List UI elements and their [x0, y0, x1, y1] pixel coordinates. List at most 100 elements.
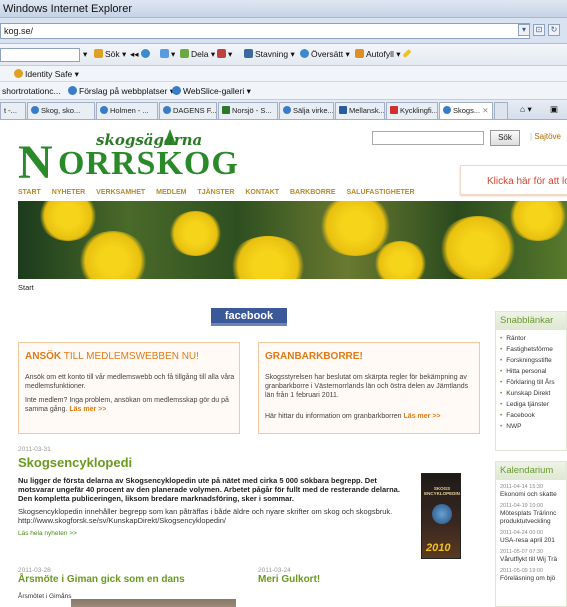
- promo-box[interactable]: Klicka här för att lo: [460, 165, 567, 195]
- calendar-panel: Kalendarium 2011-04-14 15:30 Ekonomi och…: [495, 461, 567, 607]
- calendar-title: Kalendarium: [496, 462, 566, 480]
- translate-button[interactable]: Översätt ▾: [300, 49, 350, 60]
- home-icon[interactable]: ⌂ ▾: [520, 104, 532, 115]
- quicklink-item[interactable]: Forskningsstifte: [500, 355, 566, 366]
- spelling-button[interactable]: Stavning ▾: [244, 49, 295, 60]
- tab-item[interactable]: Mellansk...: [335, 102, 385, 119]
- site-search-button[interactable]: Sök: [490, 130, 520, 146]
- quicklink-item[interactable]: Förklaring till Års: [500, 377, 566, 388]
- ie-icon: [222, 106, 230, 114]
- read-more-link[interactable]: Läs mer >>: [404, 413, 441, 420]
- tab-item[interactable]: Norsjö - S...: [218, 102, 278, 119]
- quicklink-item[interactable]: NWP: [500, 421, 566, 432]
- favorites-bar: shortrotationc... Förslag på webbplatser…: [0, 82, 567, 100]
- tab-item[interactable]: Kycklingfi...: [386, 102, 438, 119]
- disk-icon: [432, 504, 452, 524]
- calendar-item[interactable]: 2011-05-07 07:30 Vårutflykt till Wij Trä: [496, 549, 566, 564]
- close-tab-icon[interactable]: ✕: [482, 106, 488, 115]
- site-search-input[interactable]: [372, 131, 484, 145]
- refresh-icon[interactable]: ↻: [548, 24, 560, 36]
- nav-item-medlem[interactable]: MEDLEM: [156, 189, 186, 196]
- box-text: Ansök om ett konto till vår medlemswebb …: [25, 374, 235, 390]
- read-full-article-link[interactable]: Läs hela nyheten >>: [18, 530, 77, 537]
- ie-icon: [390, 106, 398, 114]
- calendar-item[interactable]: 2011-04-19 10:00 Mötesplats Trä/innc pro…: [496, 503, 566, 526]
- news-photo[interactable]: [71, 599, 236, 607]
- tab-item[interactable]: DAGENS F...: [159, 102, 217, 119]
- toolbar-search-input[interactable]: [0, 48, 80, 62]
- search-dropdown-icon[interactable]: ▾: [83, 49, 87, 60]
- translate-icon: [300, 49, 309, 58]
- window-title: Windows Internet Explorer: [3, 3, 132, 15]
- favorite-item[interactable]: shortrotationc...: [2, 86, 61, 96]
- quicklink-item[interactable]: Kunskap Direkt: [500, 388, 566, 399]
- command-bar: ▾ Sök ▾ ◂◂ ▾ Dela ▾ ▾ Stavning ▾ Översät…: [0, 44, 567, 66]
- nav-item-salufastigheter[interactable]: SALUFASTIGHETER: [346, 189, 414, 196]
- new-tab-button[interactable]: [494, 102, 508, 119]
- tab-item[interactable]: Holmen - ...: [96, 102, 158, 119]
- news-headline[interactable]: Årsmöte i Giman gick som en dans: [18, 574, 185, 585]
- identity-safe-button[interactable]: Identity Safe ▾: [14, 69, 79, 80]
- news-headline[interactable]: Meri Gulkort!: [258, 574, 320, 585]
- ie-icon: [68, 86, 77, 95]
- site-logo[interactable]: N skogsägarna ORRSKOG: [18, 129, 238, 189]
- toolbar-search-button[interactable]: Sök ▾: [94, 49, 126, 60]
- logo-letter: N: [18, 136, 53, 189]
- search-engine-icon: [94, 49, 103, 58]
- highlighter-icon[interactable]: [402, 48, 412, 59]
- autofill-button[interactable]: Autofyll ▾: [355, 49, 401, 60]
- quicklink-item[interactable]: Facebook: [500, 410, 566, 421]
- book-cover-image[interactable]: SKOGS ENCYKLOPEDIN 2010: [421, 473, 461, 559]
- ie-icon: [172, 86, 181, 95]
- main-nav: START NYHETER VERKSAMHET MEDLEM TJÄNSTER…: [18, 189, 424, 196]
- bark-beetle-box: GRANBARKBORRE! Skogsstyrelsen har beslut…: [258, 342, 480, 434]
- compat-view-icon[interactable]: ⊡: [533, 24, 545, 36]
- page-tool-button[interactable]: ▾: [217, 49, 232, 60]
- nav-item-kontakt[interactable]: KONTAKT: [245, 189, 279, 196]
- nav-item-barkborre[interactable]: BARKBORRE: [290, 189, 336, 196]
- box-text: Här hittar du information om granbarkbor…: [265, 413, 441, 420]
- tab-item[interactable]: t -...: [0, 102, 26, 119]
- article-headline[interactable]: Skogsencyklopedi: [18, 455, 132, 470]
- feeds-icon[interactable]: ▣: [550, 104, 558, 115]
- logo-title: ORRSKOG: [58, 145, 239, 182]
- ie-icon: [163, 106, 171, 114]
- quicklink-item[interactable]: Hitta personal: [500, 366, 566, 377]
- favorite-webslice-gallery[interactable]: WebSlice-galleri ▾: [172, 86, 251, 97]
- nav-item-nyheter[interactable]: NYHETER: [52, 189, 85, 196]
- article-lead: Nu ligger de första delarna av Skogsency…: [18, 476, 400, 503]
- breadcrumb[interactable]: Start: [18, 283, 34, 292]
- read-more-link[interactable]: Läs mer >>: [69, 406, 106, 413]
- nav-item-verksamhet[interactable]: VERKSAMHET: [96, 189, 145, 196]
- globe-icon: [140, 49, 150, 58]
- address-input[interactable]: kog.se/: [0, 23, 530, 39]
- tab-item-active[interactable]: Skogs... ✕: [439, 102, 493, 119]
- nav-arrows-icon[interactable]: ◂◂: [130, 49, 152, 60]
- news-date: 2011-03-24: [258, 567, 291, 574]
- box-text: Inte medlem? Inga problem, ansökan om me…: [25, 397, 229, 413]
- calendar-item[interactable]: 2011-04-24 00:00 USA-resa april 201: [496, 530, 566, 545]
- quicklinks-panel: Snabblänkar Räntor Fastighetsförme Forsk…: [495, 311, 567, 451]
- apply-membership-box: ANSÖK TILL MEDLEMSWEBBEN NU! Ansök om et…: [18, 342, 240, 434]
- ie-icon: [443, 106, 451, 114]
- calendar-item[interactable]: 2011-05-09 19:00 Föreläsning om bjö: [496, 568, 566, 583]
- spellcheck-icon: [244, 49, 253, 58]
- web-page: N skogsägarna ORRSKOG Sök | Sajtöve Klic…: [0, 121, 567, 607]
- tab-item[interactable]: Sälja virke...: [279, 102, 334, 119]
- favorite-suggested-sites[interactable]: Förslag på webbplatser ▾: [68, 86, 174, 97]
- quicklink-item[interactable]: Lediga tjänster: [500, 399, 566, 410]
- addon-icon[interactable]: ▾: [160, 49, 175, 60]
- nav-item-start[interactable]: START: [18, 189, 41, 196]
- tab-item[interactable]: Skog, sko...: [27, 102, 95, 119]
- calendar-item[interactable]: 2011-04-14 15:30 Ekonomi och skatte: [496, 484, 566, 499]
- autofill-icon: [355, 49, 364, 58]
- identity-safe-icon: [14, 69, 23, 78]
- quicklink-item[interactable]: Räntor: [500, 333, 566, 344]
- ie-icon: [31, 106, 39, 114]
- share-button[interactable]: Dela ▾: [180, 49, 215, 60]
- quicklink-item[interactable]: Fastighetsförme: [500, 344, 566, 355]
- nav-item-tjanster[interactable]: TJÄNSTER: [197, 189, 234, 196]
- dropdown-arrow-icon[interactable]: ▾: [518, 24, 530, 36]
- facebook-button[interactable]: facebook: [211, 308, 287, 326]
- sitemap-link[interactable]: | Sajtöve: [530, 132, 561, 141]
